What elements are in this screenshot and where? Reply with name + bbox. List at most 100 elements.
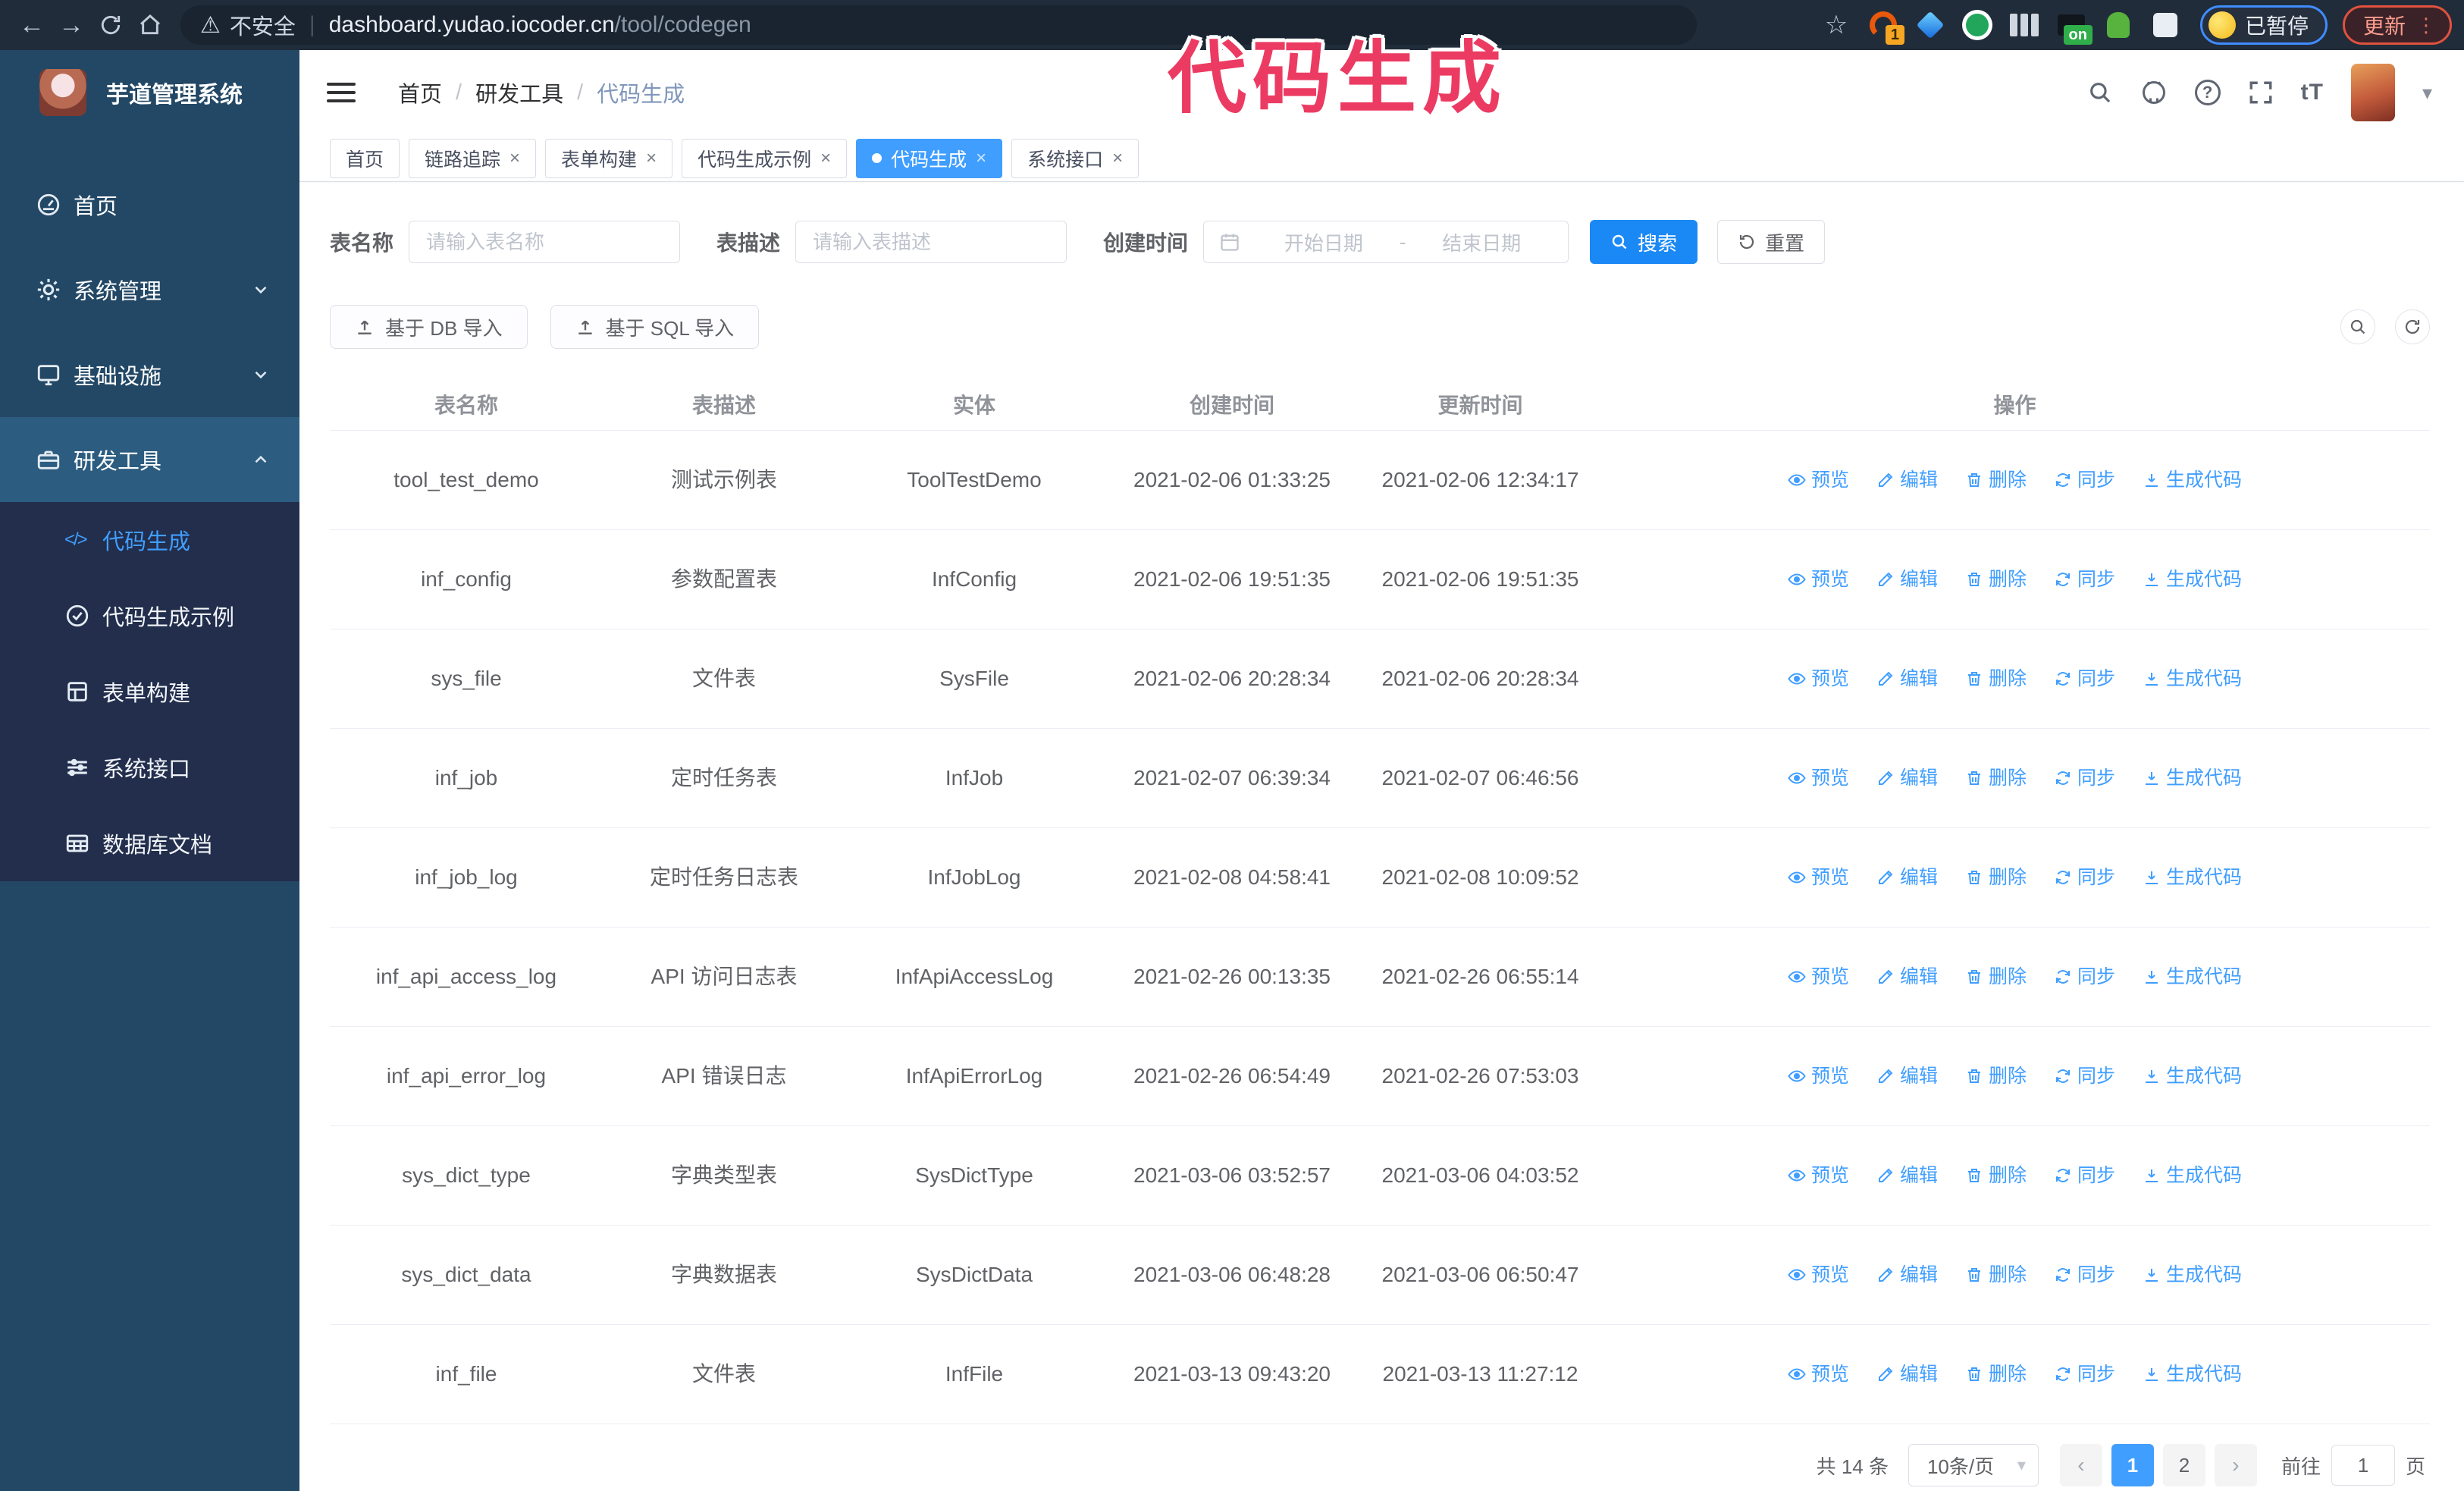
action-delete-link[interactable]: 删除 <box>1965 1260 2027 1290</box>
sidebar-subitem[interactable]: 数据库文档 <box>0 805 299 881</box>
start-date-input[interactable]: 开始日期 <box>1252 228 1395 256</box>
extension-diamond-icon[interactable] <box>1915 10 1945 40</box>
action-generate-code-link[interactable]: 生成代码 <box>2143 1260 2242 1290</box>
action-preview-link[interactable]: 预览 <box>1788 764 1849 793</box>
page-size-select[interactable]: 10条/页 ▾ <box>1908 1444 2039 1486</box>
tab-close-icon[interactable]: × <box>509 149 520 168</box>
browser-menu-icon[interactable]: ⋮ <box>2416 14 2436 37</box>
action-delete-link[interactable]: 删除 <box>1965 466 2027 495</box>
action-delete-link[interactable]: 删除 <box>1965 1062 2027 1091</box>
action-sync-link[interactable]: 同步 <box>2054 1062 2115 1091</box>
create-time-range-picker[interactable]: 开始日期 - 结束日期 <box>1203 221 1569 263</box>
fullscreen-icon[interactable] <box>2248 80 2274 105</box>
action-sync-link[interactable]: 同步 <box>2054 466 2115 495</box>
extension-alien-icon[interactable] <box>2103 10 2133 40</box>
action-delete-link[interactable]: 删除 <box>1965 1360 2027 1389</box>
action-generate-code-link[interactable]: 生成代码 <box>2143 664 2242 694</box>
import-db-button[interactable]: 基于 DB 导入 <box>330 305 528 349</box>
action-delete-link[interactable]: 删除 <box>1965 664 2027 694</box>
action-preview-link[interactable]: 预览 <box>1788 466 1849 495</box>
action-generate-code-link[interactable]: 生成代码 <box>2143 962 2242 992</box>
action-generate-code-link[interactable]: 生成代码 <box>2143 1161 2242 1191</box>
action-delete-link[interactable]: 删除 <box>1965 962 2027 992</box>
action-edit-link[interactable]: 编辑 <box>1876 962 1938 992</box>
action-edit-link[interactable]: 编辑 <box>1876 1161 1938 1191</box>
breadcrumb-item[interactable]: 代码生成 <box>597 77 685 108</box>
action-edit-link[interactable]: 编辑 <box>1876 1360 1938 1389</box>
sidebar-subitem[interactable]: 系统接口 <box>0 730 299 805</box>
sidebar-item[interactable]: 基础设施 <box>0 332 299 417</box>
refresh-table-button[interactable] <box>2395 309 2430 344</box>
action-generate-code-link[interactable]: 生成代码 <box>2143 466 2242 495</box>
sidebar-logo[interactable]: 芋道管理系统 <box>0 50 299 135</box>
tab-close-icon[interactable]: × <box>976 149 986 168</box>
sidebar-subitem[interactable]: 表单构建 <box>0 654 299 730</box>
bookmark-star-icon[interactable]: ☆ <box>1818 10 1854 40</box>
tab-item[interactable]: 首页 <box>330 138 400 178</box>
browser-reload-button[interactable] <box>91 5 130 45</box>
action-preview-link[interactable]: 预览 <box>1788 962 1849 992</box>
sidebar-subitem[interactable]: </> 代码生成 <box>0 502 299 578</box>
sidebar-collapse-button[interactable] <box>327 83 356 102</box>
action-preview-link[interactable]: 预览 <box>1788 1260 1849 1290</box>
action-sync-link[interactable]: 同步 <box>2054 863 2115 893</box>
browser-forward-button[interactable]: → <box>52 5 91 45</box>
action-preview-link[interactable]: 预览 <box>1788 1161 1849 1191</box>
browser-update-button[interactable]: 更新 ⋮ <box>2342 5 2452 45</box>
font-size-icon[interactable]: tT <box>2301 80 2324 105</box>
sidebar-item[interactable]: 首页 <box>0 162 299 247</box>
tab-item[interactable]: 代码生成示例 × <box>682 138 848 178</box>
action-generate-code-link[interactable]: 生成代码 <box>2143 565 2242 595</box>
sidebar-item[interactable]: 研发工具 <box>0 417 299 502</box>
action-delete-link[interactable]: 删除 <box>1965 764 2027 793</box>
sidebar-item[interactable]: 系统管理 <box>0 247 299 332</box>
extension-green-circle-icon[interactable] <box>1961 10 1992 40</box>
action-generate-code-link[interactable]: 生成代码 <box>2143 1062 2242 1091</box>
action-generate-code-link[interactable]: 生成代码 <box>2143 764 2242 793</box>
action-sync-link[interactable]: 同步 <box>2054 1260 2115 1290</box>
action-delete-link[interactable]: 删除 <box>1965 1161 2027 1191</box>
page-button[interactable]: 1 <box>2111 1444 2154 1486</box>
security-label[interactable]: 不安全 <box>230 9 296 41</box>
extensions-puzzle-icon[interactable] <box>2150 10 2180 40</box>
sidebar-subitem[interactable]: 代码生成示例 <box>0 578 299 654</box>
search-icon[interactable] <box>2087 80 2113 105</box>
action-delete-link[interactable]: 删除 <box>1965 863 2027 893</box>
tab-item[interactable]: 代码生成 × <box>856 138 1003 178</box>
profile-paused-badge[interactable]: 已暂停 <box>2199 5 2328 45</box>
action-edit-link[interactable]: 编辑 <box>1876 466 1938 495</box>
user-menu-caret-icon[interactable]: ▾ <box>2422 81 2432 105</box>
search-button[interactable]: 搜索 <box>1590 220 1698 264</box>
import-sql-button[interactable]: 基于 SQL 导入 <box>550 305 760 349</box>
table-desc-input[interactable] <box>795 221 1067 263</box>
action-edit-link[interactable]: 编辑 <box>1876 664 1938 694</box>
action-sync-link[interactable]: 同步 <box>2054 565 2115 595</box>
action-preview-link[interactable]: 预览 <box>1788 1360 1849 1389</box>
action-sync-link[interactable]: 同步 <box>2054 764 2115 793</box>
action-edit-link[interactable]: 编辑 <box>1876 1062 1938 1091</box>
tab-close-icon[interactable]: × <box>646 149 657 168</box>
action-delete-link[interactable]: 删除 <box>1965 565 2027 595</box>
prev-page-button[interactable]: ‹ <box>2059 1444 2102 1486</box>
next-page-button[interactable]: › <box>2214 1444 2257 1486</box>
action-sync-link[interactable]: 同步 <box>2054 1360 2115 1389</box>
action-edit-link[interactable]: 编辑 <box>1876 1260 1938 1290</box>
extension-columns-icon[interactable] <box>2009 10 2039 40</box>
tab-close-icon[interactable]: × <box>1112 149 1123 168</box>
user-avatar[interactable] <box>2350 64 2395 121</box>
action-preview-link[interactable]: 预览 <box>1788 1062 1849 1091</box>
action-sync-link[interactable]: 同步 <box>2054 962 2115 992</box>
action-preview-link[interactable]: 预览 <box>1788 863 1849 893</box>
page-button[interactable]: 2 <box>2162 1444 2205 1486</box>
extension-orange-icon[interactable]: 1 <box>1868 10 1904 45</box>
goto-page-input[interactable] <box>2331 1445 2395 1486</box>
help-icon[interactable]: ? <box>2194 80 2221 105</box>
browser-back-button[interactable]: ← <box>12 5 52 45</box>
browser-home-button[interactable] <box>130 5 170 45</box>
end-date-input[interactable]: 结束日期 <box>1410 228 1553 256</box>
action-edit-link[interactable]: 编辑 <box>1876 863 1938 893</box>
tab-item[interactable]: 链路追踪 × <box>409 138 537 178</box>
action-preview-link[interactable]: 预览 <box>1788 565 1849 595</box>
reset-button[interactable]: 重置 <box>1717 220 1826 264</box>
extension-dark-icon[interactable]: on <box>2056 10 2093 45</box>
